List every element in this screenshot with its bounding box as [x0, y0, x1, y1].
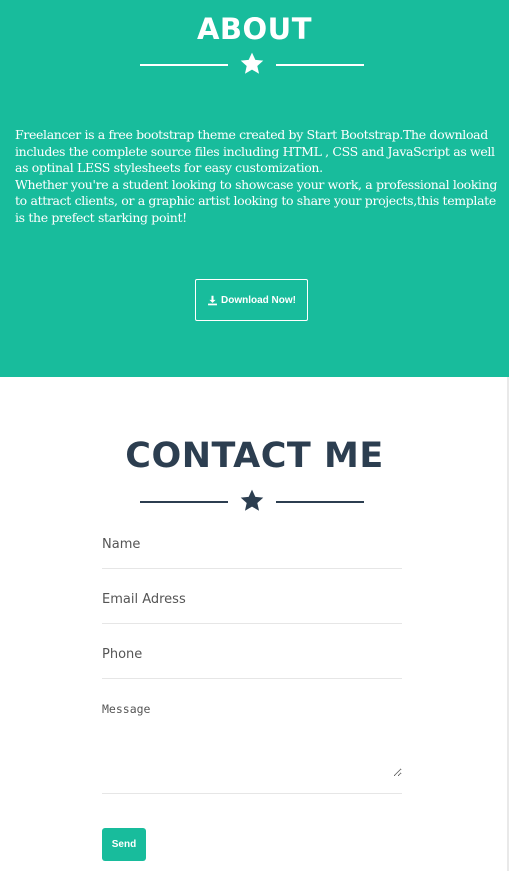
- about-paragraph-2: Whether you're a student looking to show…: [15, 176, 498, 225]
- contact-divider: [0, 488, 509, 516]
- phone-input[interactable]: [102, 647, 402, 662]
- about-paragraph-1: Freelancer is a free bootstrap theme cre…: [15, 127, 495, 175]
- divider-line-right: [276, 64, 364, 66]
- about-section: ABOUT Freelancer is a free bootstrap the…: [0, 0, 509, 377]
- download-icon: [208, 295, 217, 305]
- email-field-wrapper: [102, 590, 402, 624]
- message-textarea[interactable]: [102, 700, 402, 777]
- star-icon: [240, 489, 264, 511]
- divider-line-left: [140, 64, 228, 66]
- contact-title: CONTACT ME: [125, 436, 384, 476]
- star-icon: [240, 52, 264, 74]
- about-description: Freelancer is a free bootstrap theme cre…: [15, 127, 500, 226]
- download-button-label: Download Now!: [221, 294, 296, 306]
- about-title: ABOUT: [196, 12, 313, 46]
- message-field-wrapper: [102, 700, 402, 794]
- about-divider: [0, 51, 509, 79]
- send-button[interactable]: Send: [102, 828, 146, 861]
- divider-line-right: [276, 501, 364, 503]
- phone-field-wrapper: [102, 645, 402, 679]
- download-button[interactable]: Download Now!: [195, 279, 308, 321]
- name-field-wrapper: [102, 535, 402, 569]
- name-input[interactable]: [102, 537, 402, 552]
- divider-line-left: [140, 501, 228, 503]
- email-input[interactable]: [102, 592, 402, 607]
